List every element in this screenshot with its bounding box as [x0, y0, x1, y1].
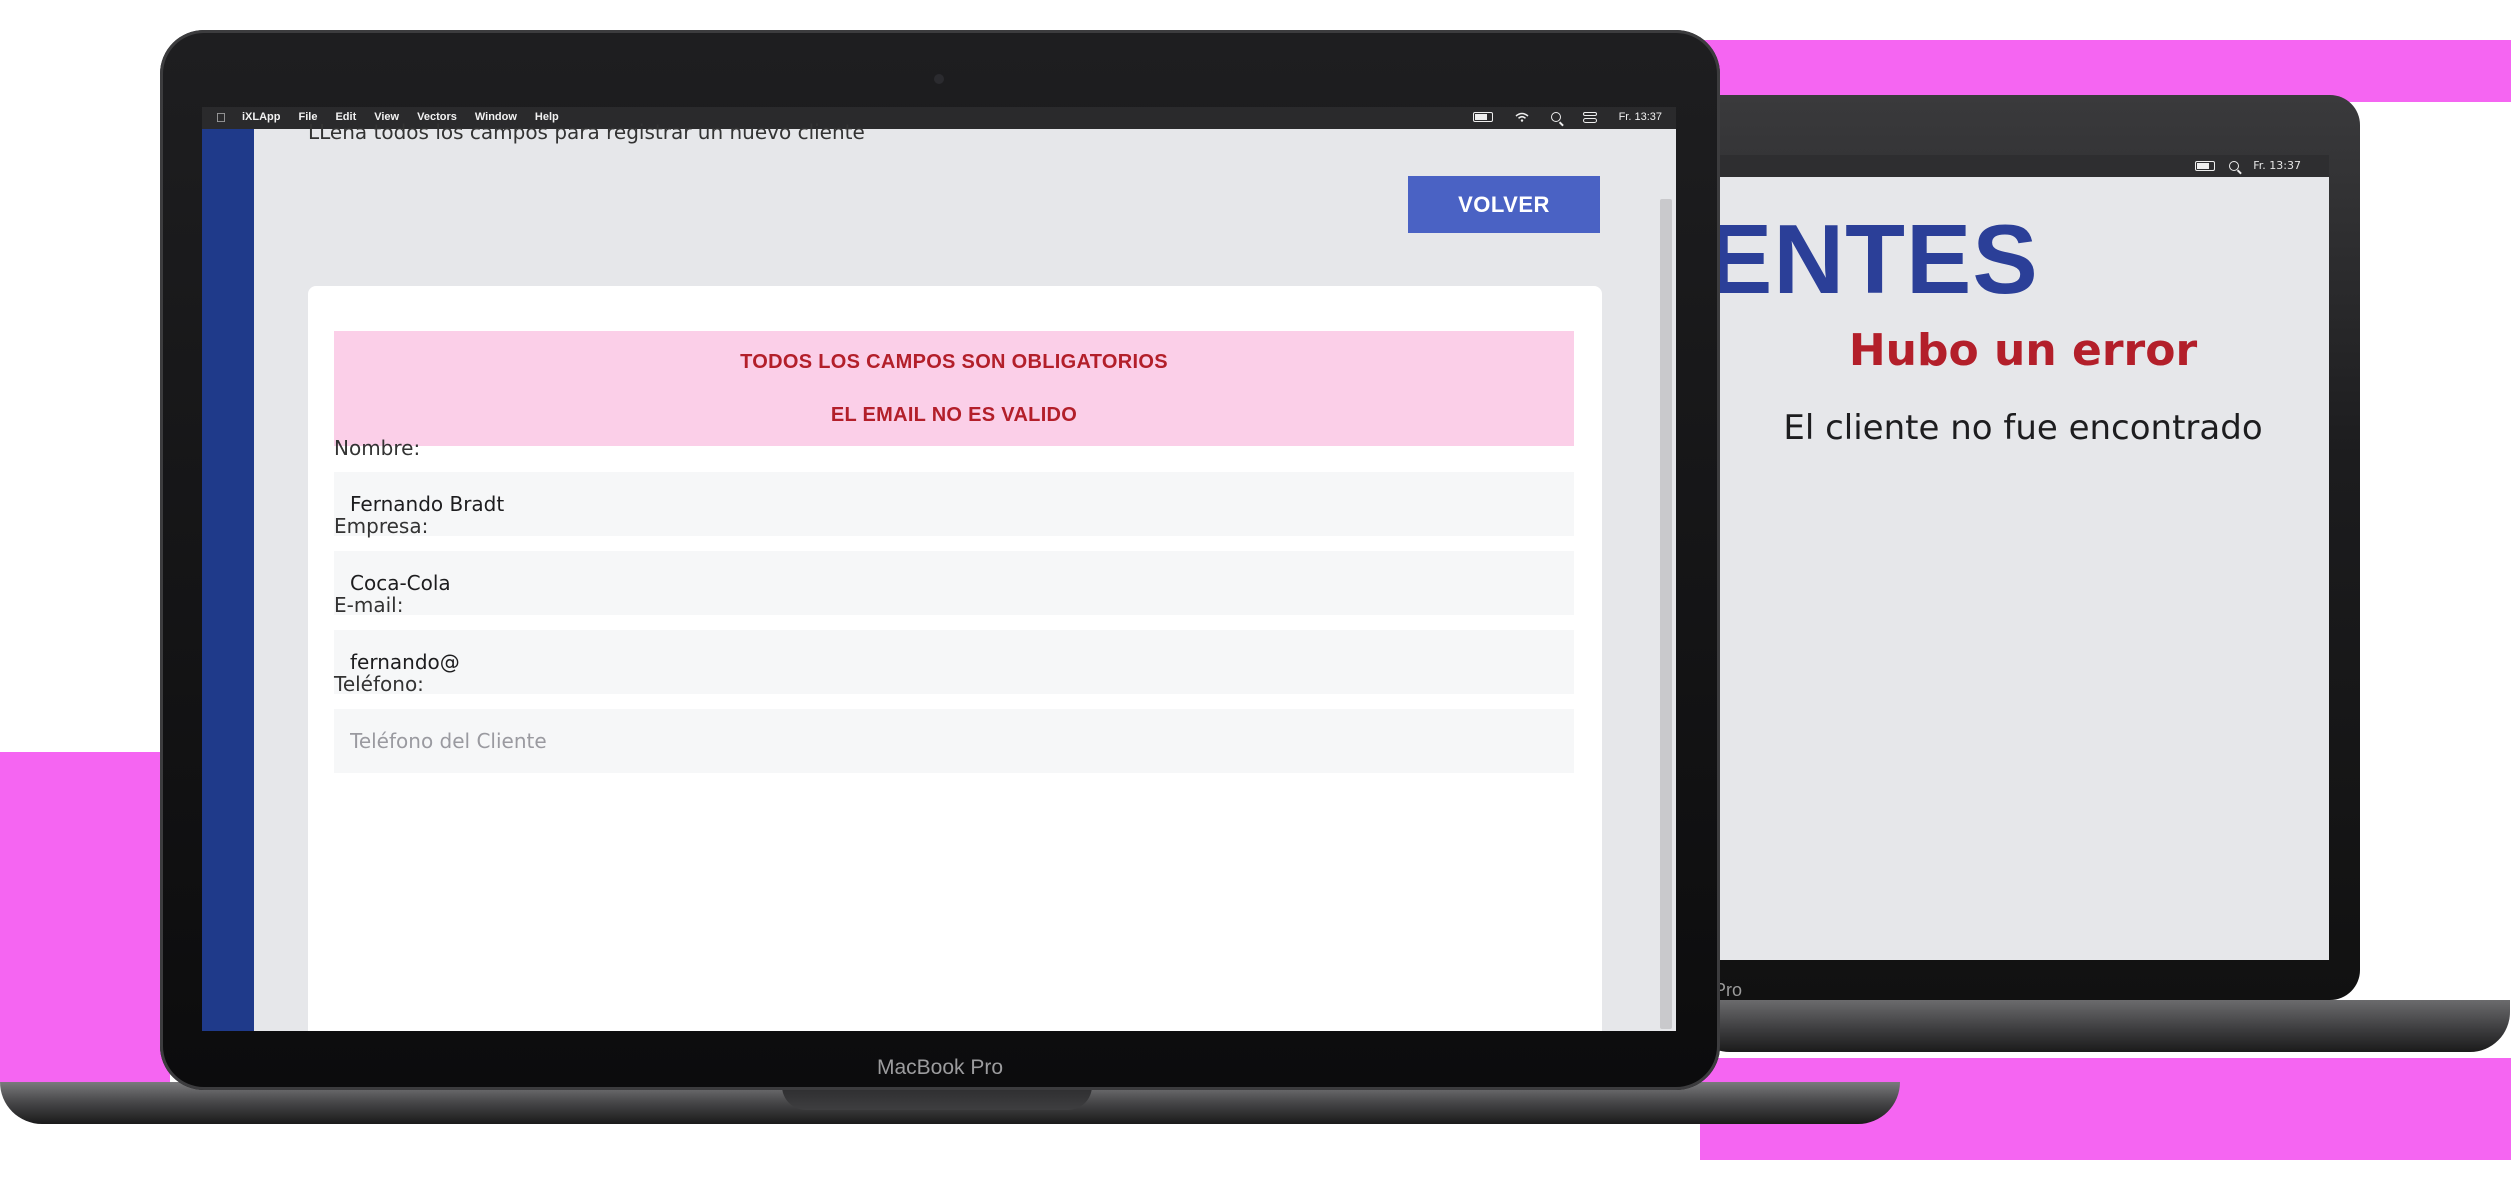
nombre-input[interactable] [334, 472, 1574, 536]
volver-button[interactable]: VOLVER [1408, 176, 1600, 233]
wifi-icon[interactable] [1515, 112, 1529, 122]
back-menubar: Fr. 13:37 [1717, 155, 2329, 177]
background-stripe [1700, 40, 2511, 102]
form-card: TODOS LOS CAMPOS SON OBLIGATORIOS EL EMA… [308, 286, 1602, 1031]
battery-icon [2195, 160, 2216, 171]
back-laptop-base [1690, 1000, 2510, 1052]
front-laptop-screen:  iXLApp File Edit View Vectors Window H… [202, 107, 1676, 1031]
email-label: E-mail: [334, 593, 404, 617]
apple-icon[interactable]:  [216, 110, 226, 125]
nombre-label: Nombre: [334, 436, 421, 460]
alert-invalid-email: EL EMAIL NO ES VALIDO [334, 384, 1574, 446]
scrollbar[interactable] [1660, 199, 1672, 1029]
search-icon[interactable] [2229, 160, 2240, 171]
empresa-input[interactable] [334, 551, 1574, 615]
search-icon[interactable] [1550, 112, 1561, 122]
page-subtitle: LLena todos los campos para registrar un… [308, 120, 865, 144]
telefono-input[interactable] [334, 709, 1574, 773]
back-laptop-screen: Fr. 13:37 ENTES Hubo un error El cliente… [1717, 155, 2329, 960]
page-title: ENTES [1717, 204, 2039, 314]
error-heading: Hubo un error [1848, 325, 2198, 376]
device-label: MacBook Pro [876, 1056, 1004, 1079]
menubar-status: Fr. 13:37 [1472, 111, 1662, 123]
control-center-icon[interactable] [1582, 111, 1597, 123]
background-stripe [0, 752, 170, 1082]
camera-icon [934, 74, 944, 84]
empresa-label: Empresa: [334, 514, 429, 538]
telefono-label: Teléfono: [334, 672, 424, 696]
sidebar [202, 129, 254, 1031]
menubar-clock: Fr. 13:37 [1618, 111, 1662, 123]
error-message: El cliente no fue encontrado [1783, 408, 2263, 448]
menubar-clock: Fr. 13:37 [2253, 159, 2301, 172]
menu-app[interactable]: iXLApp [242, 111, 281, 123]
background-stripe [1700, 1130, 2511, 1160]
email-input[interactable] [334, 630, 1574, 694]
battery-icon[interactable] [1472, 112, 1493, 122]
